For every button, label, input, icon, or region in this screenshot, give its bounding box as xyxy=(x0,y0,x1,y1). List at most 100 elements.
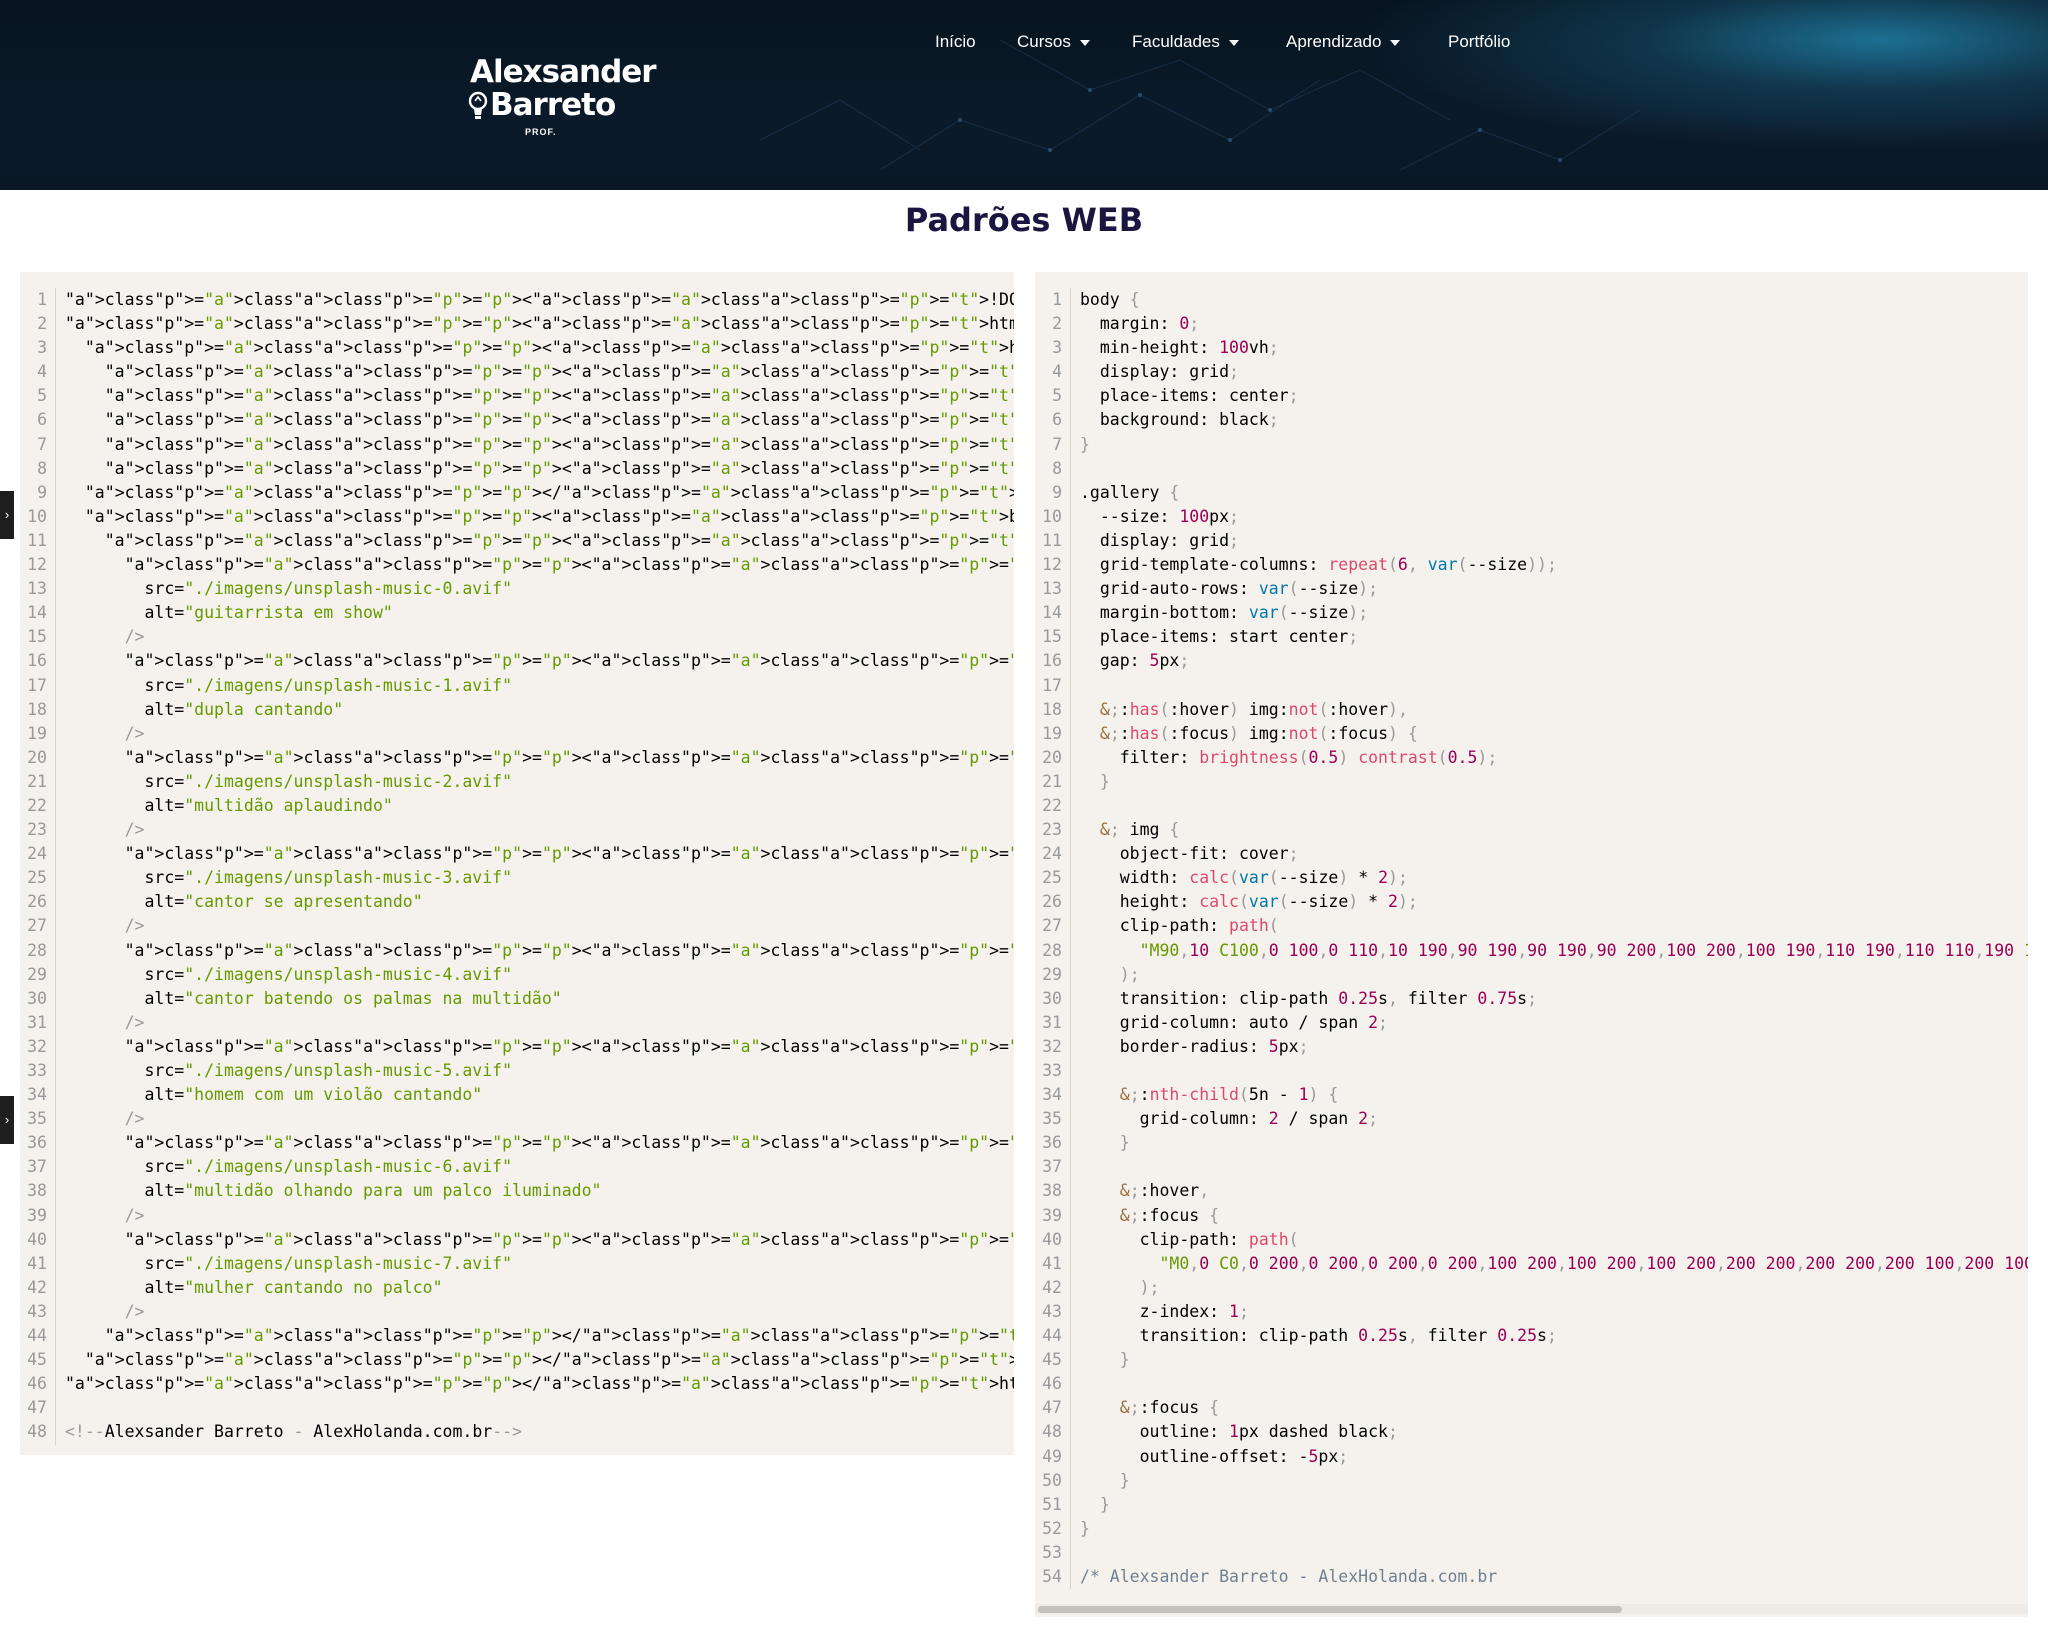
caret-down-icon xyxy=(1079,39,1090,46)
line-number: 27 xyxy=(1035,914,1071,939)
line-number: 46 xyxy=(20,1372,56,1397)
line-number: 41 xyxy=(20,1251,56,1276)
html-code: 1 "a">class"p">="a">class"a">class"p">="p… xyxy=(20,288,1014,1445)
line-number: 28 xyxy=(1035,938,1071,963)
site-logo[interactable]: Alexsander Barreto PROF. xyxy=(468,55,657,140)
nav-label: Portfólio xyxy=(1448,32,1511,51)
logo-line-2: Barreto xyxy=(490,87,616,123)
line-number: 42 xyxy=(1035,1275,1071,1300)
site-header: Alexsander Barreto PROF. Início Cursos F… xyxy=(0,0,2048,190)
line-number: 46 xyxy=(1035,1372,1071,1397)
line-number: 6 xyxy=(20,408,56,433)
line-number: 53 xyxy=(1035,1540,1071,1565)
line-number: 16 xyxy=(20,649,56,674)
line-number: 37 xyxy=(1035,1155,1071,1180)
nav-item-cursos[interactable]: Cursos xyxy=(1017,30,1090,54)
line-number: 2 xyxy=(1035,312,1071,337)
line-number: 16 xyxy=(1035,649,1071,674)
line-number: 7 xyxy=(20,432,56,457)
caret-down-icon xyxy=(1390,39,1401,46)
line-number: 40 xyxy=(20,1227,56,1252)
line-number: 13 xyxy=(20,577,56,602)
side-toggle-tab[interactable]: › xyxy=(0,1096,14,1144)
line-number: 47 xyxy=(20,1396,56,1421)
nav-item-inicio[interactable]: Início xyxy=(935,30,976,54)
line-number: 45 xyxy=(1035,1348,1071,1373)
line-number: 52 xyxy=(1035,1516,1071,1541)
line-number: 33 xyxy=(20,1059,56,1084)
line-number: 24 xyxy=(20,842,56,867)
line-number: 19 xyxy=(20,721,56,746)
line-number: 25 xyxy=(1035,866,1071,891)
line-number: 14 xyxy=(1035,601,1071,626)
lightbulb-icon xyxy=(468,91,488,119)
line-number: 11 xyxy=(1035,528,1071,554)
line-number: 27 xyxy=(20,914,56,939)
line-number: 48 xyxy=(1035,1420,1071,1445)
line-number: 20 xyxy=(1035,745,1071,770)
line-number: 38 xyxy=(1035,1179,1071,1204)
line-number: 4 xyxy=(20,360,56,385)
line-number: 13 xyxy=(1035,577,1071,602)
network-background xyxy=(759,39,1641,171)
nav-label: Cursos xyxy=(1017,32,1071,51)
line-number: 31 xyxy=(20,1010,56,1035)
line-number: 18 xyxy=(1035,697,1071,722)
line-number: 41 xyxy=(1035,1251,1071,1276)
line-number: 44 xyxy=(20,1324,56,1349)
line-number: 7 xyxy=(1035,432,1071,457)
nav-label: Início xyxy=(935,32,976,51)
line-number: 35 xyxy=(1035,1107,1071,1132)
line-number: 50 xyxy=(1035,1468,1071,1493)
line-number: 26 xyxy=(1035,890,1071,915)
line-number: 11 xyxy=(20,528,56,554)
line-number: 17 xyxy=(20,673,56,698)
line-number: 19 xyxy=(1035,721,1071,746)
line-number: 22 xyxy=(20,793,56,819)
page-title: Padrões WEB xyxy=(904,201,1144,239)
line-number: 31 xyxy=(1035,1010,1071,1035)
caret-down-icon xyxy=(1228,39,1239,46)
side-toggle-tab[interactable]: › xyxy=(0,491,14,539)
line-number: 15 xyxy=(20,625,56,650)
line-number: 29 xyxy=(20,962,56,987)
line-number: 5 xyxy=(20,384,56,409)
line-number: 32 xyxy=(1035,1034,1071,1059)
line-number: 33 xyxy=(1035,1059,1071,1084)
line-number: 39 xyxy=(1035,1203,1071,1228)
line-number: 43 xyxy=(20,1299,56,1325)
line-number: 54 xyxy=(1035,1564,1071,1590)
line-number: 26 xyxy=(20,890,56,915)
nav-item-portfolio[interactable]: Portfólio xyxy=(1448,30,1510,54)
nav-item-faculdades[interactable]: Faculdades xyxy=(1132,30,1239,54)
line-number: 37 xyxy=(20,1155,56,1180)
line-number: 21 xyxy=(1035,769,1071,794)
line-number: 8 xyxy=(20,456,56,481)
line-number: 18 xyxy=(20,697,56,722)
line-number: 25 xyxy=(20,866,56,891)
line-number: 21 xyxy=(20,769,56,794)
line-number: 10 xyxy=(1035,504,1071,529)
line-number: 12 xyxy=(1035,553,1071,578)
line-number: 47 xyxy=(1035,1396,1071,1421)
line-number: 23 xyxy=(20,818,56,843)
nav-item-aprendizado[interactable]: Aprendizado xyxy=(1286,30,1401,54)
line-number: 6 xyxy=(1035,408,1071,433)
line-number: 30 xyxy=(1035,986,1071,1011)
line-number: 38 xyxy=(20,1179,56,1204)
nav-label: Aprendizado xyxy=(1286,32,1382,51)
css-code: 1 body { 2 margin: 0; 3 min-height: 100vh… xyxy=(1035,288,2028,1590)
line-number: 29 xyxy=(1035,962,1071,987)
nav-label: Faculdades xyxy=(1132,32,1220,51)
line-number: 17 xyxy=(1035,673,1071,698)
horizontal-scrollbar[interactable] xyxy=(1035,1604,2028,1614)
line-number: 24 xyxy=(1035,842,1071,867)
line-number: 2 xyxy=(20,312,56,337)
line-number: 22 xyxy=(1035,793,1071,819)
line-number: 15 xyxy=(1035,625,1071,650)
line-number: 43 xyxy=(1035,1299,1071,1325)
line-number: 39 xyxy=(20,1203,56,1228)
line-number: 8 xyxy=(1035,456,1071,481)
logo-line-1: Alexsander xyxy=(470,54,657,90)
scrollbar-thumb[interactable] xyxy=(1038,1606,1622,1613)
